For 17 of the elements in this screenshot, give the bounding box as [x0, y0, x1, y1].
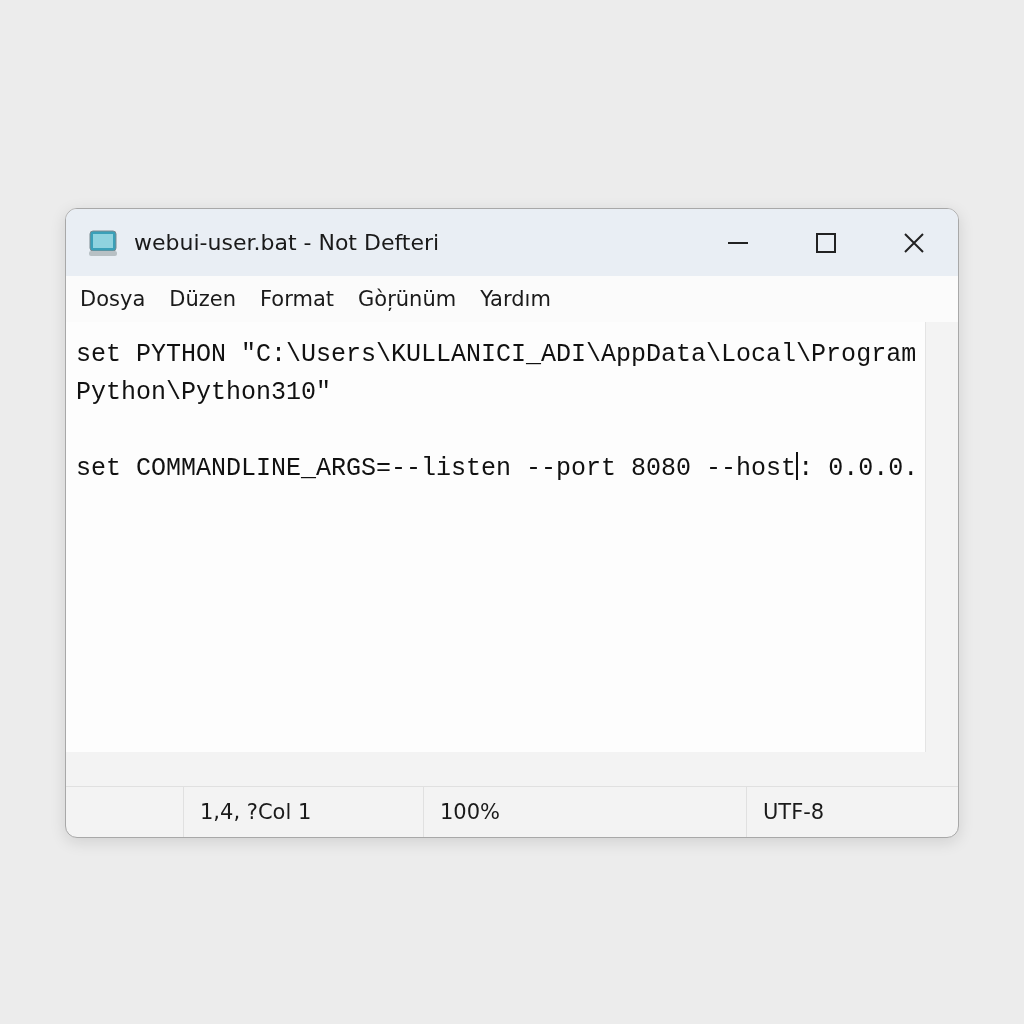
window-title: webui-user.bat - Not Defteri [134, 230, 441, 255]
editor-line: Python\Python310" [76, 377, 333, 409]
menu-item[interactable]: Yardım [472, 283, 559, 315]
menu-item[interactable]: Gòŗünüm [350, 283, 465, 315]
editor-line: set COMMANDLINE_ARGS=--listen --port 8080 --host: 0.0.0. [76, 451, 920, 485]
editor-line: set PYTHON "C:\Users\KULLANICI_ADI\AppData\Local\Program [76, 339, 918, 371]
menu-item[interactable]: Düzen [161, 283, 244, 315]
menu-item[interactable]: Dosya [72, 283, 154, 315]
notepad-icon [88, 228, 118, 257]
status-text: UTF-8 [746, 787, 958, 837]
close-icon [903, 231, 925, 254]
status-text: 100% [423, 787, 746, 837]
menu-item[interactable]: Format [252, 283, 342, 315]
text-editor[interactable]: set PYTHON "C:\Users\KULLANICI_ADI\AppData\Local\Program Python\Python310" set COMMANDLINE_ARGS=--listen --port 8080 --host: 0.0.0. [66, 322, 926, 752]
minimize-icon [727, 241, 749, 244]
status-text: 1,4, ?Col 1 [183, 787, 423, 837]
maximize-icon [815, 231, 837, 254]
